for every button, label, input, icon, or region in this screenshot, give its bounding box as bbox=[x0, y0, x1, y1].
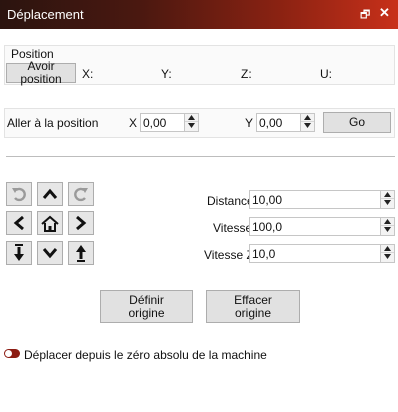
absolute-zero-toggle-label: Déplacer depuis le zéro absolu de la mac… bbox=[24, 348, 267, 362]
distance-spinbox[interactable] bbox=[249, 190, 395, 209]
speed-step-up[interactable] bbox=[381, 218, 394, 226]
speed-label: Vitesse bbox=[213, 221, 253, 235]
get-position-button[interactable]: Avoir position bbox=[6, 60, 76, 86]
goto-x-step-up[interactable] bbox=[185, 114, 198, 122]
speed-spinbox[interactable] bbox=[249, 217, 395, 236]
goto-y-stepper[interactable] bbox=[300, 114, 314, 131]
z-down-icon[interactable] bbox=[6, 241, 32, 265]
set-origin-line1: Définir bbox=[129, 292, 164, 307]
home-icon[interactable] bbox=[37, 211, 63, 235]
arrow-left-icon[interactable] bbox=[6, 211, 32, 235]
goto-y-spinbox[interactable] bbox=[256, 113, 315, 132]
clear-origin-line2: origine bbox=[234, 305, 272, 320]
distance-input[interactable] bbox=[252, 192, 377, 207]
z-up-icon[interactable] bbox=[68, 241, 94, 265]
goto-label: Aller à la position bbox=[7, 116, 99, 130]
set-origin-line2: origine bbox=[128, 305, 165, 320]
close-icon[interactable]: ✕ bbox=[379, 5, 390, 21]
goto-x-step-down[interactable] bbox=[185, 122, 198, 130]
distance-stepper[interactable] bbox=[380, 191, 394, 208]
window-title: Déplacement bbox=[7, 7, 84, 22]
float-window-icon[interactable]: 🗗 bbox=[360, 6, 370, 25]
goto-y-step-up[interactable] bbox=[301, 114, 314, 122]
arrow-down-icon[interactable] bbox=[37, 241, 63, 265]
speed-z-label: Vitesse Z bbox=[204, 248, 254, 262]
speed-step-down[interactable] bbox=[381, 226, 394, 234]
position-y-label: Y: bbox=[161, 67, 172, 81]
goto-x-input[interactable] bbox=[143, 115, 183, 130]
go-button[interactable]: Go bbox=[323, 112, 391, 133]
arrow-up-icon[interactable] bbox=[37, 182, 63, 206]
speed-z-input[interactable] bbox=[252, 246, 377, 261]
goto-y-input[interactable] bbox=[259, 115, 299, 130]
toggle-knob bbox=[5, 350, 12, 357]
goto-y-label: Y bbox=[245, 116, 254, 130]
absolute-zero-toggle[interactable] bbox=[4, 349, 20, 358]
goto-y-step-down[interactable] bbox=[301, 122, 314, 130]
speed-z-stepper[interactable] bbox=[380, 245, 394, 262]
window-titlebar: Déplacement 🗗 ✕ bbox=[0, 0, 398, 29]
position-z-label: Z: bbox=[241, 67, 252, 81]
clear-origin-line1: Effacer bbox=[234, 292, 272, 307]
rotate-ccw-icon[interactable] bbox=[6, 182, 32, 206]
section-divider bbox=[6, 156, 395, 157]
goto-x-stepper[interactable] bbox=[184, 114, 198, 131]
goto-x-spinbox[interactable] bbox=[140, 113, 199, 132]
speed-input[interactable] bbox=[252, 219, 377, 234]
goto-x-label: X bbox=[129, 116, 138, 130]
distance-step-up[interactable] bbox=[381, 191, 394, 199]
speed-z-step-up[interactable] bbox=[381, 245, 394, 253]
distance-step-down[interactable] bbox=[381, 199, 394, 207]
position-x-label: X: bbox=[82, 67, 94, 81]
position-u-label: U: bbox=[320, 67, 332, 81]
arrow-right-icon[interactable] bbox=[68, 211, 94, 235]
distance-label: Distance bbox=[207, 194, 254, 208]
clear-origin-button[interactable]: Effacer origine bbox=[206, 290, 300, 323]
speed-z-spinbox[interactable] bbox=[249, 244, 395, 263]
speed-stepper[interactable] bbox=[380, 218, 394, 235]
rotate-cw-icon[interactable] bbox=[68, 182, 94, 206]
set-origin-button[interactable]: Définir origine bbox=[100, 290, 193, 323]
speed-z-step-down[interactable] bbox=[381, 253, 394, 261]
